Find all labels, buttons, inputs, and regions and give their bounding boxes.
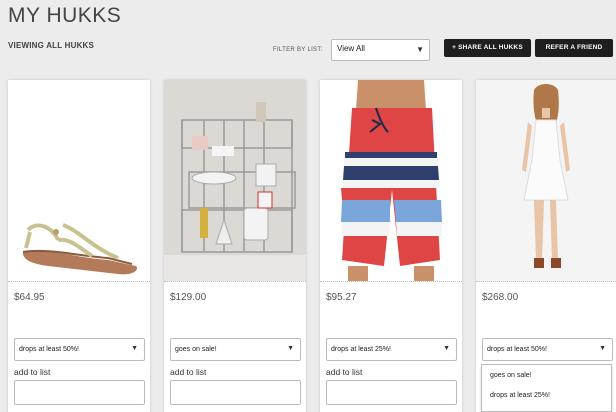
product-card: $95.27 drops at least 25%! ▼ add to list xyxy=(320,80,462,412)
chevron-down-icon: ▼ xyxy=(443,345,450,352)
add-to-list-label: add to list xyxy=(170,367,207,377)
filter-label: FILTER BY LIST: xyxy=(273,47,323,53)
divider xyxy=(320,281,462,282)
price-alert-select[interactable]: drops at least 25%! ▼ xyxy=(326,338,457,361)
add-to-list-input[interactable] xyxy=(170,380,301,405)
chevron-down-icon: ▼ xyxy=(416,45,424,54)
price: $64.95 xyxy=(14,292,45,303)
sandal-image[interactable] xyxy=(8,80,150,281)
price-alert-select[interactable]: drops at least 50%! ▼ xyxy=(14,338,145,361)
dropdown-option-25[interactable]: drops at least 25%! xyxy=(482,385,611,405)
filter-select-value: View All xyxy=(337,44,365,53)
price-alert-select[interactable]: drops at least 50%! ▼ xyxy=(482,338,613,361)
add-to-list-label: add to list xyxy=(14,367,51,377)
price: $268.00 xyxy=(482,292,519,303)
chevron-down-icon: ▼ xyxy=(131,345,138,352)
price-alert-value: goes on sale! xyxy=(175,346,217,353)
chevron-down-icon: ▼ xyxy=(599,345,606,352)
page-title: MY HUKKS xyxy=(8,4,122,27)
price-alert-value: drops at least 50%! xyxy=(487,346,547,353)
dropdown-option-on-sale[interactable]: goes on sale! xyxy=(482,365,611,385)
price-alert-select[interactable]: goes on sale! ▼ xyxy=(170,338,301,361)
add-to-list-input[interactable] xyxy=(326,380,457,405)
price-alert-value: drops at least 25%! xyxy=(331,346,391,353)
price: $95.27 xyxy=(326,292,357,303)
product-card: $268.00 drops at least 50%! ▼ xyxy=(476,80,616,412)
product-card: $64.95 drops at least 50%! ▼ add to list xyxy=(8,80,150,412)
shelf-image[interactable] xyxy=(164,80,306,281)
product-card: $129.00 goes on sale! ▼ add to list xyxy=(164,80,306,412)
filter-select[interactable]: View All ▼ xyxy=(331,39,430,61)
add-to-list-input[interactable] xyxy=(14,380,145,405)
refer-friend-button[interactable]: REFER A FRIEND xyxy=(535,39,613,57)
chevron-down-icon: ▼ xyxy=(287,345,294,352)
shorts-image[interactable] xyxy=(320,80,462,281)
dress-image[interactable] xyxy=(476,80,616,281)
share-all-button[interactable]: + SHARE ALL HUKKS xyxy=(444,39,531,57)
add-to-list-label: add to list xyxy=(326,367,363,377)
price-alert-dropdown: goes on sale! drops at least 25%! xyxy=(481,364,612,412)
price: $129.00 xyxy=(170,292,207,303)
price-alert-value: drops at least 50%! xyxy=(19,346,79,353)
divider xyxy=(164,281,306,282)
viewing-label: VIEWING ALL HUKKS xyxy=(8,41,95,50)
divider xyxy=(476,281,616,282)
divider xyxy=(8,281,150,282)
